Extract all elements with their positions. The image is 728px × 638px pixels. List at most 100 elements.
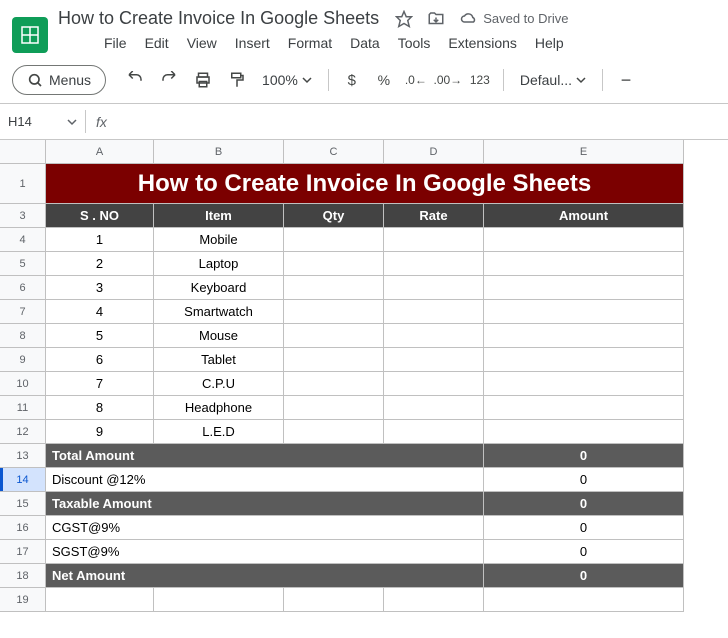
cell-qty[interactable] bbox=[284, 372, 384, 396]
cell-rate[interactable] bbox=[384, 420, 484, 444]
summary-value[interactable]: 0 bbox=[484, 492, 684, 516]
cell-qty[interactable] bbox=[284, 228, 384, 252]
print-icon[interactable] bbox=[190, 67, 216, 93]
cell-item[interactable]: Headphone bbox=[154, 396, 284, 420]
sheets-logo[interactable] bbox=[12, 17, 48, 53]
menu-view[interactable]: View bbox=[187, 35, 217, 51]
cell-sno[interactable]: 6 bbox=[46, 348, 154, 372]
cell-sno[interactable]: 3 bbox=[46, 276, 154, 300]
star-icon[interactable] bbox=[395, 10, 413, 28]
row-header[interactable]: 10 bbox=[0, 372, 46, 396]
cell-amount[interactable] bbox=[484, 252, 684, 276]
menu-extensions[interactable]: Extensions bbox=[448, 35, 516, 51]
increase-decimal-icon[interactable]: .00→ bbox=[435, 67, 461, 93]
cell[interactable] bbox=[484, 588, 684, 612]
summary-label[interactable]: Total Amount bbox=[46, 444, 484, 468]
decrease-decimal-icon[interactable]: .0← bbox=[403, 67, 429, 93]
cell-item[interactable]: Keyboard bbox=[154, 276, 284, 300]
row-header[interactable]: 12 bbox=[0, 420, 46, 444]
summary-value[interactable]: 0 bbox=[484, 468, 684, 492]
cell-rate[interactable] bbox=[384, 348, 484, 372]
menus-button[interactable]: Menus bbox=[12, 65, 106, 95]
cell-qty[interactable] bbox=[284, 300, 384, 324]
cell-qty[interactable] bbox=[284, 252, 384, 276]
row-header[interactable]: 9 bbox=[0, 348, 46, 372]
move-icon[interactable] bbox=[427, 10, 445, 28]
summary-value[interactable]: 0 bbox=[484, 444, 684, 468]
summary-label[interactable]: Discount @12% bbox=[46, 468, 484, 492]
cell-qty[interactable] bbox=[284, 348, 384, 372]
cell-amount[interactable] bbox=[484, 372, 684, 396]
zoom-select[interactable]: 100% bbox=[256, 72, 318, 88]
col-header[interactable]: D bbox=[384, 140, 484, 164]
row-header[interactable]: 19 bbox=[0, 588, 46, 612]
summary-value[interactable]: 0 bbox=[484, 516, 684, 540]
undo-icon[interactable] bbox=[122, 67, 148, 93]
header-amount[interactable]: Amount bbox=[484, 204, 684, 228]
menu-edit[interactable]: Edit bbox=[145, 35, 169, 51]
cell-rate[interactable] bbox=[384, 372, 484, 396]
row-header[interactable]: 11 bbox=[0, 396, 46, 420]
banner-cell[interactable]: How to Create Invoice In Google Sheets bbox=[46, 164, 684, 204]
cell-rate[interactable] bbox=[384, 324, 484, 348]
cell-qty[interactable] bbox=[284, 396, 384, 420]
paint-format-icon[interactable] bbox=[224, 67, 250, 93]
cell-item[interactable]: Laptop bbox=[154, 252, 284, 276]
header-item[interactable]: Item bbox=[154, 204, 284, 228]
cell[interactable] bbox=[154, 588, 284, 612]
cell-qty[interactable] bbox=[284, 276, 384, 300]
cell-rate[interactable] bbox=[384, 252, 484, 276]
cell[interactable] bbox=[284, 588, 384, 612]
cell-sno[interactable]: 9 bbox=[46, 420, 154, 444]
col-header[interactable]: B bbox=[154, 140, 284, 164]
cell-amount[interactable] bbox=[484, 420, 684, 444]
row-header[interactable]: 13 bbox=[0, 444, 46, 468]
header-qty[interactable]: Qty bbox=[284, 204, 384, 228]
cell-rate[interactable] bbox=[384, 300, 484, 324]
more-formats-icon[interactable]: 123 bbox=[467, 67, 493, 93]
header-rate[interactable]: Rate bbox=[384, 204, 484, 228]
decrease-font-icon[interactable]: − bbox=[613, 67, 639, 93]
row-header[interactable]: 7 bbox=[0, 300, 46, 324]
cell-item[interactable]: C.P.U bbox=[154, 372, 284, 396]
row-header[interactable]: 1 bbox=[0, 164, 46, 204]
summary-label[interactable]: Taxable Amount bbox=[46, 492, 484, 516]
cell-sno[interactable]: 8 bbox=[46, 396, 154, 420]
menu-file[interactable]: File bbox=[104, 35, 127, 51]
menu-data[interactable]: Data bbox=[350, 35, 380, 51]
currency-icon[interactable]: $ bbox=[339, 67, 365, 93]
menu-insert[interactable]: Insert bbox=[235, 35, 270, 51]
cell-amount[interactable] bbox=[484, 324, 684, 348]
cell-item[interactable]: L.E.D bbox=[154, 420, 284, 444]
row-header[interactable]: 3 bbox=[0, 204, 46, 228]
row-header[interactable]: 6 bbox=[0, 276, 46, 300]
row-header[interactable]: 17 bbox=[0, 540, 46, 564]
menu-help[interactable]: Help bbox=[535, 35, 564, 51]
cell-item[interactable]: Mouse bbox=[154, 324, 284, 348]
cell[interactable] bbox=[46, 588, 154, 612]
summary-label[interactable]: CGST@9% bbox=[46, 516, 484, 540]
font-select[interactable]: Defaul... bbox=[514, 72, 592, 88]
cell-sno[interactable]: 2 bbox=[46, 252, 154, 276]
cell-qty[interactable] bbox=[284, 324, 384, 348]
cell-amount[interactable] bbox=[484, 396, 684, 420]
cell-amount[interactable] bbox=[484, 348, 684, 372]
cell-sno[interactable]: 5 bbox=[46, 324, 154, 348]
summary-label[interactable]: Net Amount bbox=[46, 564, 484, 588]
cell-amount[interactable] bbox=[484, 276, 684, 300]
cloud-status[interactable]: Saved to Drive bbox=[459, 10, 568, 28]
summary-label[interactable]: SGST@9% bbox=[46, 540, 484, 564]
row-header[interactable]: 18 bbox=[0, 564, 46, 588]
cell[interactable] bbox=[384, 588, 484, 612]
cell-qty[interactable] bbox=[284, 420, 384, 444]
col-header[interactable]: A bbox=[46, 140, 154, 164]
col-header[interactable]: E bbox=[484, 140, 684, 164]
cell-item[interactable]: Mobile bbox=[154, 228, 284, 252]
summary-value[interactable]: 0 bbox=[484, 564, 684, 588]
row-header[interactable]: 4 bbox=[0, 228, 46, 252]
header-sno[interactable]: S . NO bbox=[46, 204, 154, 228]
row-header[interactable]: 16 bbox=[0, 516, 46, 540]
document-title[interactable]: How to Create Invoice In Google Sheets bbox=[58, 8, 379, 29]
percent-icon[interactable]: % bbox=[371, 67, 397, 93]
menu-format[interactable]: Format bbox=[288, 35, 332, 51]
